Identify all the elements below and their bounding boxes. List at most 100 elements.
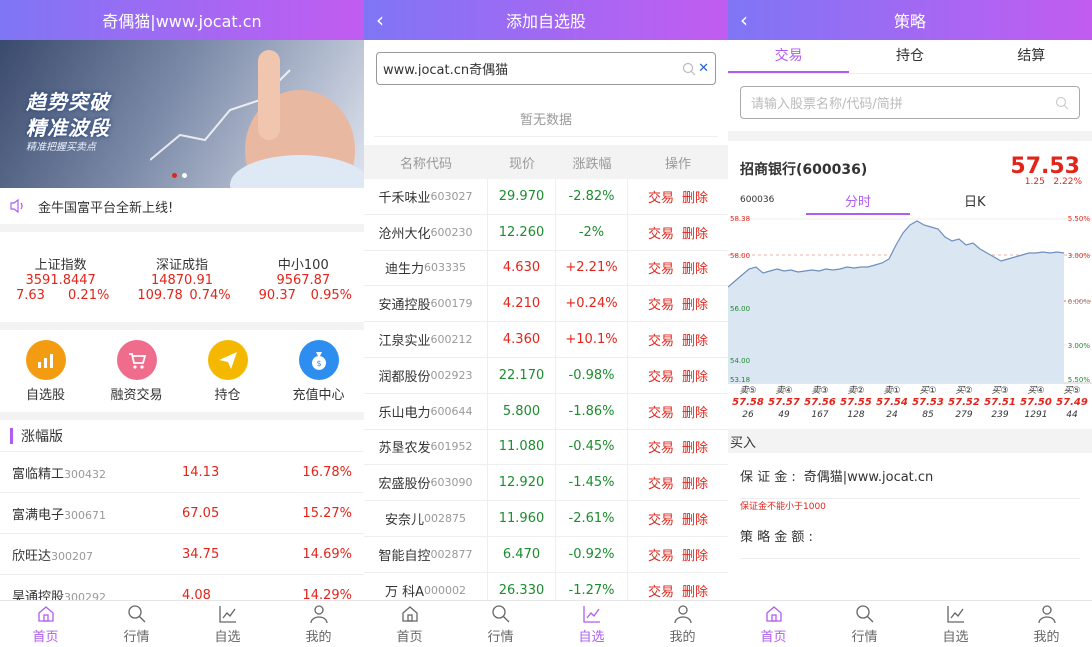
stock-code: 002923 [430,368,473,382]
order-book-level[interactable]: 买① 57.53 85 [912,385,944,429]
quick-position-button[interactable]: 持仓 [182,330,273,412]
back-icon[interactable]: ‹ [740,8,748,32]
clear-icon[interactable]: ✕ [698,61,709,76]
trade-button[interactable]: 交易 [648,545,674,564]
search-input[interactable] [383,61,683,76]
table-row[interactable]: 安通控股 600179 4.210 +0.24% 交易 删除 [364,286,728,323]
level-price: 57.56 [804,397,836,408]
trade-button[interactable]: 交易 [648,187,674,206]
trade-button[interactable]: 交易 [648,402,674,421]
table-row[interactable]: 苏垦农发 601952 11.080 -0.45% 交易 删除 [364,429,728,466]
delete-button[interactable]: 删除 [682,437,708,456]
deposit-row[interactable]: 保 证 金 : 奇偶猫|www.jocat.cn [740,453,1080,499]
svg-text:$: $ [316,359,321,368]
delete-button[interactable]: 删除 [682,330,708,349]
trade-button[interactable]: 交易 [648,581,674,600]
tab-home[interactable]: 首页 [0,601,91,647]
order-book-level[interactable]: 买④ 57.50 1291 [1020,385,1052,429]
tab-mine[interactable]: 我的 [1001,601,1092,647]
delete-button[interactable]: 删除 [682,509,708,528]
banner[interactable]: 趋势突破 精准波段 精准把握买卖点 [0,40,364,188]
trade-button[interactable]: 交易 [648,294,674,313]
delete-button[interactable]: 删除 [682,473,708,492]
trade-button[interactable]: 交易 [648,223,674,242]
table-row[interactable]: 千禾味业 603027 29.970 -2.82% 交易 删除 [364,179,728,215]
delete-button[interactable]: 删除 [682,187,708,206]
back-icon[interactable]: ‹ [376,8,384,32]
table-row[interactable]: 迪生力 603335 4.630 +2.21% 交易 删除 [364,250,728,287]
carousel-dots[interactable] [172,173,187,178]
order-book-level[interactable]: 买② 57.52 279 [948,385,980,429]
order-book-level[interactable]: 买⑤ 57.49 44 [1056,385,1088,429]
col-header: 现价 [508,156,535,172]
tab-market[interactable]: 行情 [455,601,546,647]
stock-search[interactable]: 请输入股票名称/代码/简拼 [740,86,1080,119]
list-item[interactable]: 欣旺达300207 34.75 14.69% [0,534,364,575]
index-item[interactable]: 深证成指 14870.91 109.78 0.74% [121,254,242,322]
stock-name: 招商银行(600036) [740,162,868,178]
search-icon[interactable] [682,62,696,76]
stock-code: 600230 [430,225,473,239]
trade-button[interactable]: 交易 [648,366,674,385]
trade-button[interactable]: 交易 [648,258,674,277]
tab-mine[interactable]: 我的 [273,601,364,647]
delete-button[interactable]: 删除 [682,223,708,242]
carousel-dot[interactable] [182,173,187,178]
order-book-level[interactable]: 卖② 57.55 128 [840,385,872,429]
tab-position[interactable]: 持仓 [849,40,970,73]
list-item[interactable]: 富满电子300671 67.05 15.27% [0,493,364,534]
table-row[interactable]: 乐山电力 600644 5.800 -1.86% 交易 删除 [364,393,728,430]
order-book-level[interactable]: 卖⑤ 57.58 26 [732,385,764,429]
tab-intraday[interactable]: 分时 [806,191,910,215]
stock-pct: -1.45% [556,465,628,501]
delete-button[interactable]: 删除 [682,402,708,421]
tab-trade[interactable]: 交易 [728,40,850,73]
stock-pct: +2.21% [556,250,628,286]
order-book-level[interactable]: 卖① 57.54 24 [876,385,908,429]
carousel-dot-active[interactable] [172,173,177,178]
table-row[interactable]: 宏盛股份 603090 12.920 -1.45% 交易 删除 [364,465,728,502]
table-row[interactable]: 沧州大化 600230 12.260 -2% 交易 删除 [364,214,728,251]
banner-graphic-icon [150,50,364,188]
quick-recharge-button[interactable]: $ 充值中心 [273,330,364,412]
table-row[interactable]: 润都股份 002923 22.170 -0.98% 交易 删除 [364,357,728,394]
tab-market[interactable]: 行情 [819,601,910,647]
table-row[interactable]: 安奈儿 002875 11.960 -2.61% 交易 删除 [364,501,728,537]
index-name: 中小100 [277,258,329,273]
order-book-level[interactable]: 买③ 57.51 239 [984,385,1016,429]
trade-button[interactable]: 交易 [648,330,674,349]
table-row[interactable]: 智能自控 002877 6.470 -0.92% 交易 删除 [364,536,728,573]
tab-daily-k[interactable]: 日K [964,191,986,210]
y-label-left: 56.00 [730,305,750,313]
notice-bar[interactable]: 金牛国富平台全新上线! [0,188,364,232]
intraday-chart[interactable]: 58.38 58.00 56.00 54.00 53.18 5.50% 3.00… [728,215,1092,385]
stock-code: 600644 [430,404,473,418]
quick-watchlist-button[interactable]: 自选股 [0,330,91,412]
trade-button[interactable]: 交易 [648,473,674,492]
order-book-level[interactable]: 卖③ 57.56 167 [804,385,836,429]
trade-button[interactable]: 交易 [648,509,674,528]
tab-home[interactable]: 首页 [728,601,819,647]
trade-button[interactable]: 交易 [648,437,674,456]
delete-button[interactable]: 删除 [682,258,708,277]
delete-button[interactable]: 删除 [682,294,708,313]
index-item[interactable]: 上证指数 3591.8447 7.63 0.21% [0,254,121,322]
line-chart-icon [946,605,964,623]
tab-watchlist[interactable]: 自选 [910,601,1001,647]
tab-mine[interactable]: 我的 [637,601,728,647]
delete-button[interactable]: 删除 [682,366,708,385]
tab-market[interactable]: 行情 [91,601,182,647]
list-item[interactable]: 富临精工300432 14.13 16.78% [0,452,364,493]
search-icon[interactable] [1055,96,1069,110]
delete-button[interactable]: 删除 [682,581,708,600]
tab-home[interactable]: 首页 [364,601,455,647]
tab-watchlist[interactable]: 自选 [182,601,273,647]
amount-row[interactable]: 策 略 金 额 : [740,513,1080,559]
tab-settlement[interactable]: 结算 [971,40,1092,73]
delete-button[interactable]: 删除 [682,545,708,564]
order-book-level[interactable]: 卖④ 57.57 49 [768,385,800,429]
quick-margin-button[interactable]: 融资交易 [91,330,182,412]
table-row[interactable]: 江泉实业 600212 4.360 +10.1% 交易 删除 [364,322,728,358]
index-item[interactable]: 中小100 9567.87 90.37 0.95% [243,254,364,322]
tab-watchlist[interactable]: 自选 [546,601,637,647]
